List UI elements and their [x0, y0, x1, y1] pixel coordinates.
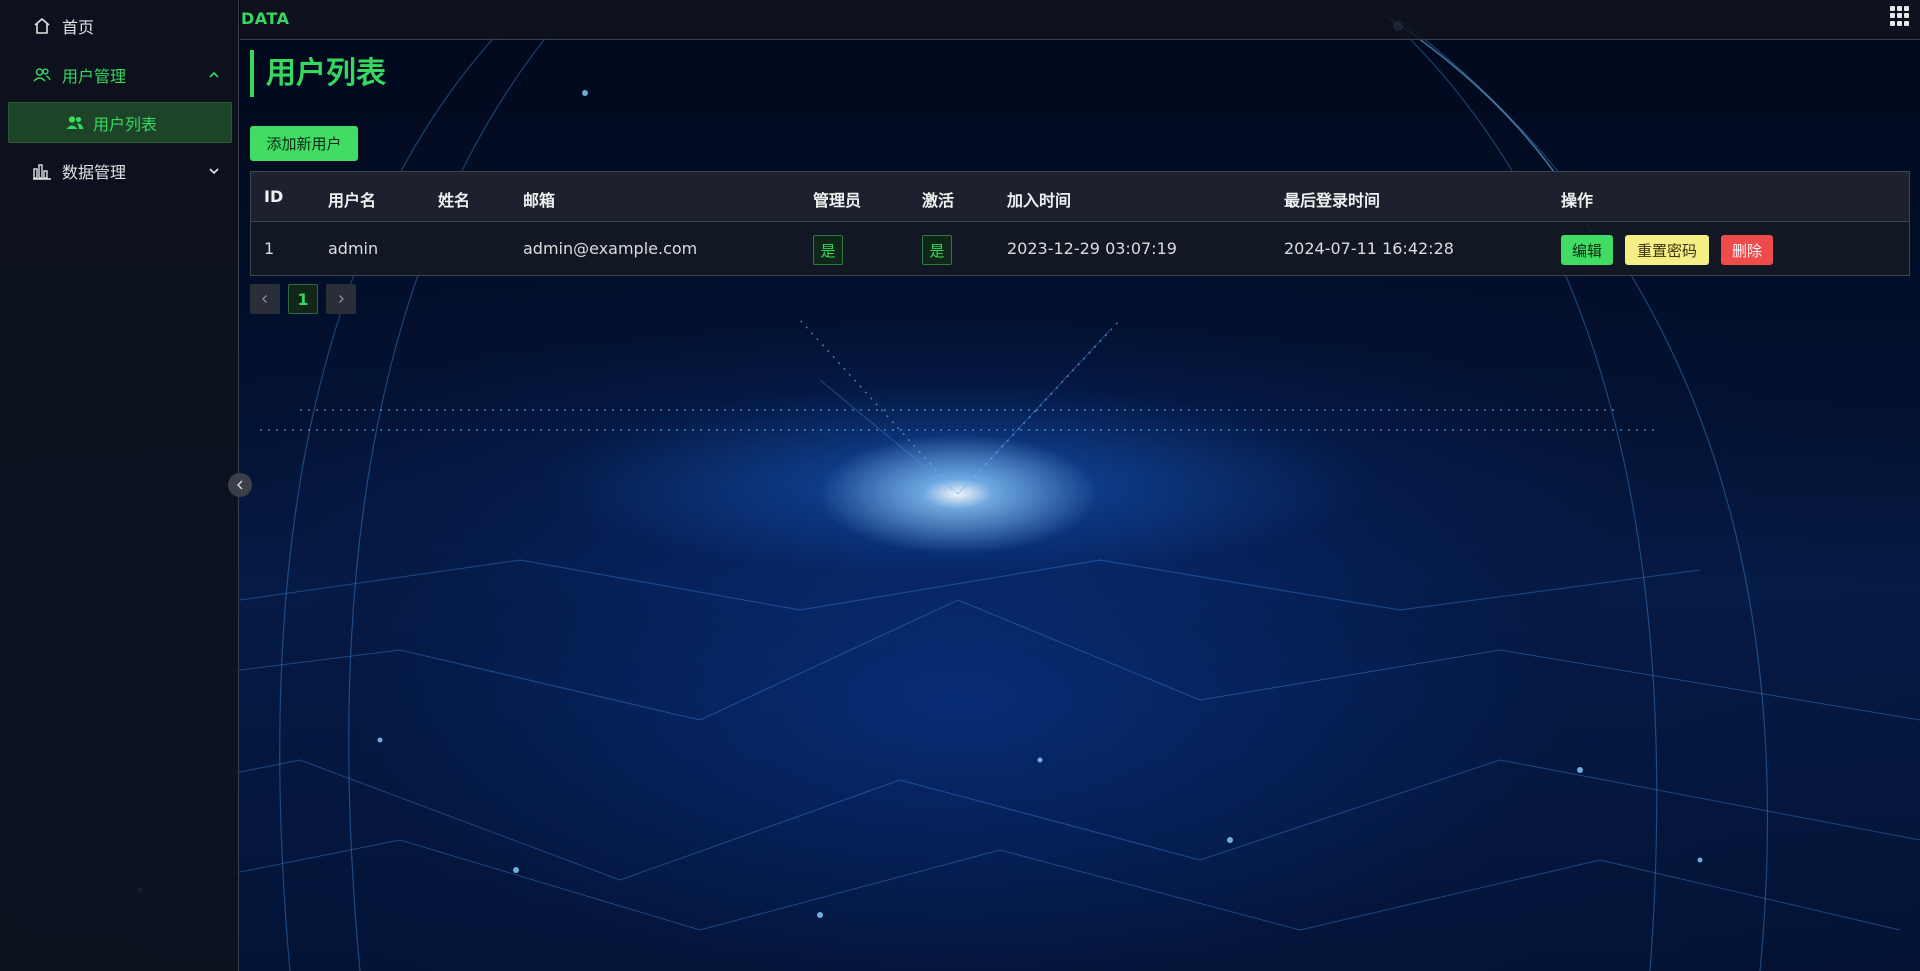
cell-id: 1	[264, 239, 275, 258]
sidebar-item-home[interactable]: 首页	[0, 4, 239, 48]
sidebar-item-label: 用户列表	[93, 114, 158, 134]
cell-last-login: 2024-07-11 16:42:28	[1284, 239, 1454, 258]
pagination-page-current[interactable]: 1	[288, 284, 318, 314]
home-icon	[32, 16, 52, 36]
user-group-icon	[65, 113, 85, 133]
chevron-up-icon	[207, 67, 221, 81]
column-header-email: 邮箱	[523, 191, 556, 210]
brand-logo-text: DATA	[241, 9, 290, 28]
cell-email: admin@example.com	[523, 239, 698, 258]
edit-button[interactable]: 编辑	[1561, 235, 1613, 265]
sidebar-item-user-list[interactable]: 用户列表	[8, 102, 232, 143]
column-header-admin: 管理员	[813, 191, 862, 210]
page-title: 用户列表	[250, 50, 386, 97]
column-header-name: 姓名	[438, 191, 471, 210]
users-icon	[32, 65, 52, 85]
chart-bar-icon	[32, 161, 52, 181]
pagination-prev-button[interactable]	[250, 284, 280, 314]
user-table: ID 用户名 姓名 邮箱 管理员 激活 加入时间 最后登录时间 操作 1 adm…	[250, 171, 1910, 276]
chevron-left-icon	[236, 480, 243, 490]
delete-button[interactable]: 删除	[1721, 235, 1773, 265]
table-header: ID 用户名 姓名 邮箱 管理员 激活 加入时间 最后登录时间 操作	[251, 172, 1909, 222]
chevron-down-icon	[207, 163, 221, 177]
reset-password-button[interactable]: 重置密码	[1625, 235, 1709, 265]
column-header-id: ID	[264, 187, 284, 206]
pagination-next-button[interactable]	[326, 284, 356, 314]
column-header-actions: 操作	[1561, 191, 1594, 210]
column-header-active: 激活	[922, 191, 955, 210]
sidebar-item-label: 数据管理	[62, 163, 127, 182]
sidebar-item-data-management[interactable]: 数据管理	[0, 149, 239, 193]
top-header: DATA	[240, 0, 1920, 40]
sidebar-collapse-button[interactable]	[228, 473, 252, 497]
cell-username: admin	[328, 239, 379, 258]
add-user-button[interactable]: 添加新用户	[250, 126, 358, 161]
chevron-left-icon	[262, 295, 267, 303]
active-status-badge: 是	[922, 235, 952, 265]
sidebar-item-user-management[interactable]: 用户管理	[0, 53, 239, 97]
sidebar-item-label: 用户管理	[62, 67, 127, 86]
cell-joined: 2023-12-29 03:07:19	[1007, 239, 1177, 258]
sidebar: 首页 用户管理 用户列表 数据管理	[0, 0, 239, 971]
admin-status-badge: 是	[813, 235, 843, 265]
column-header-joined: 加入时间	[1007, 191, 1072, 210]
column-header-last-login: 最后登录时间	[1284, 191, 1381, 210]
grid-apps-icon[interactable]	[1890, 6, 1910, 26]
sidebar-item-label: 首页	[62, 18, 95, 37]
table-row: 1 admin admin@example.com 是 是 2023-12-29…	[251, 223, 1909, 276]
chevron-right-icon	[339, 295, 344, 303]
column-header-username: 用户名	[328, 191, 377, 210]
